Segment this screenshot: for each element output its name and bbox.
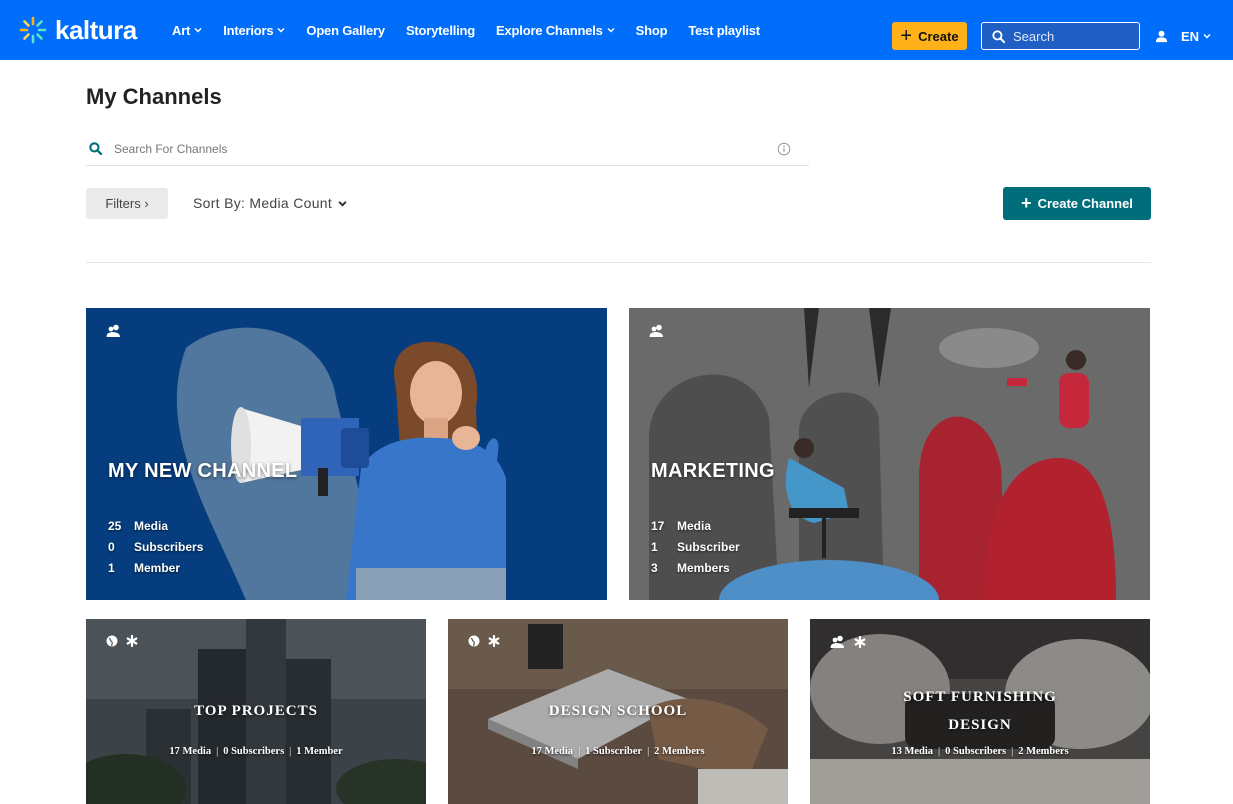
subscribers-label: Subscriber [677,540,740,554]
channel-stats: 13 Media | 0 Subscribers | 2 Members [891,746,1069,757]
members-stat: 2 Members [1018,746,1069,757]
card-icons [106,324,130,338]
global-search-input[interactable] [1013,28,1133,44]
chevron-down-icon [194,27,202,33]
global-search[interactable] [981,22,1140,50]
channel-title: TOP PROJECTS [194,703,318,719]
subscribers-stat: 0 Subscribers [223,746,285,757]
chevron-down-icon [338,200,347,207]
members-count: 3 [651,561,658,575]
members-label: Member [134,561,181,575]
filters-button[interactable]: Filters › [86,188,168,219]
nav-item-label: Storytelling [405,22,476,38]
subscribers-count: 1 [651,540,658,554]
channel-title: DESIGN SCHOOL [548,703,688,719]
media-label: Media [134,519,169,533]
channel-card-top-projects[interactable]: TOP PROJECTS 17 Media | 0 Subscribers | 1 Me… [86,619,426,804]
group-icon [106,324,120,337]
channel-title-line-1: SOFT FURNISHING [903,689,1057,705]
channel-card-marketing[interactable]: MARKETING 17 Media 1 Subscriber 3 Members [629,308,1150,600]
media-stat: 17 Media [531,746,574,757]
chevron-down-icon [607,27,615,33]
top-navigation-bar: kaltura Art Interiors Open Gallery Story… [0,0,1233,60]
chevron-down-icon [277,27,285,33]
create-button-label: Create [918,28,959,44]
nav-item-label: Art [172,22,191,38]
channel-stats: 17 Media | 0 Subscribers | 1 Member [169,746,343,757]
globe-icon [106,635,118,647]
divider [86,262,1151,263]
group-icon [649,324,663,337]
media-stat: 13 Media [891,746,934,757]
channel-search-input[interactable] [114,141,754,156]
nav-item-label: Open Gallery [306,22,385,38]
card-icons [649,324,673,338]
sort-by-dropdown[interactable]: Sort By: Media Count [193,195,347,211]
user-menu[interactable]: EN [1155,22,1211,50]
channel-stats: 17 Media 1 Subscriber 3 Members [651,516,740,579]
media-label: Media [677,519,712,533]
nav-item-label: Shop [635,22,668,38]
asterisk-icon [126,635,138,647]
kaltura-logo[interactable]: kaltura [17,14,137,46]
nav-item-art[interactable]: Art [172,23,202,38]
logo-text: kaltura [55,14,137,45]
create-channel-label: Create Channel [1037,196,1133,211]
channel-title: SOFT FURNISHING DESIGN [810,683,1150,739]
subscribers-stat: 1 Subscriber [585,746,643,757]
plus-icon: + [1021,193,1032,213]
sort-by-label: Sort By: Media Count [193,195,333,211]
subscribers-count: 0 [108,540,115,554]
media-count: 25 [108,519,122,533]
media-count: 17 [651,519,665,533]
channel-stats: 25 Media 0 Subscribers 1 Member [108,516,203,579]
subscribers-label: Subscribers [134,540,204,554]
nav-item-storytelling[interactable]: Storytelling [406,23,475,38]
kaltura-logo-icon [19,16,47,44]
nav-item-label: Explore Channels [496,22,603,38]
members-stat: 2 Members [654,746,705,757]
members-stat: 1 Member [296,746,343,757]
create-button[interactable]: + Create [892,22,967,50]
channel-card-design-school[interactable]: DESIGN SCHOOL 17 Media | 1 Subscriber | 2 Me… [448,619,788,804]
search-icon [89,142,102,155]
language-label: EN [1181,28,1200,44]
page-title: My Channels [86,84,222,109]
channel-title-line-2: DESIGN [948,717,1012,733]
asterisk-icon [488,635,500,647]
nav-item-open-gallery[interactable]: Open Gallery [306,23,385,38]
nav-item-interiors[interactable]: Interiors [223,23,285,38]
asterisk-icon [854,636,866,648]
globe-icon [468,635,480,647]
card-icons [106,635,146,647]
card-icons [830,635,874,649]
channel-search[interactable] [86,132,809,166]
channel-card-soft-furnishing-design[interactable]: SOFT FURNISHING DESIGN 13 Media | 0 Subscr… [810,619,1150,804]
language-selector[interactable]: EN [1181,29,1211,44]
nav-item-explore-channels[interactable]: Explore Channels [496,23,615,38]
subscribers-stat: 0 Subscribers [945,746,1007,757]
main-nav-links: Art Interiors Open Gallery Storytelling … [172,0,781,60]
channel-stats: 17 Media | 1 Subscriber | 2 Members [531,746,705,757]
media-stat: 17 Media [169,746,212,757]
search-icon [992,29,1005,43]
nav-item-label: Interiors [223,22,274,38]
nav-item-test-playlist[interactable]: Test playlist [688,23,760,38]
group-icon [830,635,844,648]
nav-item-shop[interactable]: Shop [636,23,668,38]
chevron-down-icon [1203,33,1211,39]
create-channel-button[interactable]: + Create Channel [1003,187,1151,220]
channel-title: MY NEW CHANNEL [108,460,298,482]
nav-item-label: Test playlist [688,22,760,38]
members-count: 1 [108,561,115,575]
channel-title: MARKETING [651,460,775,482]
user-icon[interactable] [1155,30,1168,43]
members-label: Members [677,561,730,575]
channel-card-my-new-channel[interactable]: MY NEW CHANNEL 25 Media 0 Subscribers 1 Mem… [86,308,607,600]
card-icons [468,635,508,647]
plus-icon: + [900,25,913,47]
info-icon[interactable] [777,142,791,156]
